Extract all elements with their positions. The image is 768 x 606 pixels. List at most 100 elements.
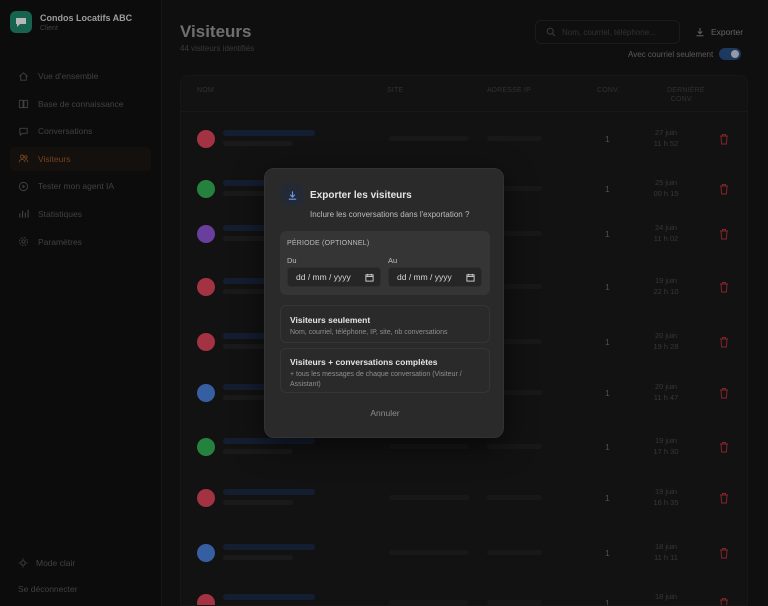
last-conversation-time: 17 h 30: [653, 447, 679, 456]
sidebar-item-settings[interactable]: Paramètres: [10, 230, 151, 254]
visitor-count: 44 visiteurs identifiés: [180, 44, 255, 53]
search-icon: [546, 27, 556, 37]
sidebar-item-label: Statistiques: [38, 208, 82, 219]
sidebar-item-label: Base de connaissance: [38, 98, 124, 109]
sidebar-item-statistics[interactable]: Statistiques: [10, 202, 151, 226]
last-conversation: 19 juin 22 h 10: [651, 275, 681, 297]
visitor-site: [389, 444, 469, 449]
export-with-conversations-option[interactable]: Visiteurs + conversations complètes + to…: [280, 348, 490, 393]
users-icon: [18, 154, 29, 163]
from-date-placeholder: dd / mm / yyyy: [296, 272, 351, 282]
visitor-name[interactable]: [223, 438, 315, 444]
sidebar-item-label: Visiteurs: [38, 153, 71, 164]
option-title: Visiteurs seulement: [290, 315, 371, 325]
trash-icon[interactable]: [719, 597, 729, 606]
to-date-placeholder: dd / mm / yyyy: [397, 272, 452, 282]
book-icon: [18, 99, 29, 109]
trash-icon[interactable]: [719, 133, 729, 145]
visitor-name[interactable]: [223, 544, 315, 550]
email-only-toggle[interactable]: [719, 48, 742, 60]
last-conversation-time: 11 h 52: [653, 139, 679, 148]
avatar: [197, 180, 215, 198]
sidebar-item-visitors[interactable]: Visiteurs: [10, 146, 151, 171]
cancel-button[interactable]: Annuler: [265, 408, 505, 418]
sun-icon: [18, 558, 28, 568]
column-last-conv[interactable]: DERNIÈRE CONV.: [667, 86, 705, 104]
conversation-count: 1: [605, 337, 610, 347]
modal-title: Exporter les visiteurs: [310, 190, 412, 201]
column-name[interactable]: NOM: [197, 86, 214, 95]
column-ip[interactable]: ADRESSE IP: [487, 86, 531, 95]
play-icon: [18, 181, 29, 191]
trash-icon[interactable]: [719, 547, 729, 559]
conversation-count: 1: [605, 388, 610, 398]
theme-toggle-button[interactable]: Mode clair: [0, 550, 161, 576]
period-label: PÉRIODE (OPTIONNEL): [287, 240, 370, 247]
column-conv[interactable]: CONV.: [597, 86, 620, 95]
table-row[interactable]: 1 18 juin 11 h 11: [181, 531, 747, 577]
export-button[interactable]: Exporter: [689, 20, 749, 44]
avatar: [197, 384, 215, 402]
logout-button[interactable]: Se déconnecter: [0, 576, 161, 602]
app-name: Condos Locatifs ABC: [40, 12, 133, 23]
period-section: PÉRIODE (OPTIONNEL) Du Au dd / mm / yyyy…: [280, 231, 490, 295]
table-header: NOM SITE ADRESSE IP CONV. DERNIÈRE CONV.: [181, 76, 747, 112]
option-description: Nom, courriel, téléphone, IP, site, nb c…: [290, 329, 448, 336]
visitor-site: [389, 136, 469, 141]
visitor-name[interactable]: [223, 594, 315, 600]
trash-icon[interactable]: [719, 336, 729, 348]
table-row[interactable]: 1 27 juin 11 h 52: [181, 117, 747, 163]
last-conversation-time: 11 h 02: [653, 234, 679, 243]
search-box: [535, 20, 680, 44]
export-modal: Exporter les visiteurs Inclure les conve…: [264, 168, 504, 438]
visitor-site: [389, 495, 469, 500]
sidebar-item-label: Vue d'ensemble: [38, 71, 99, 81]
sidebar-item-knowledge-base[interactable]: Base de connaissance: [10, 92, 151, 116]
calendar-icon[interactable]: [365, 273, 374, 282]
export-visitors-only-option[interactable]: Visiteurs seulement Nom, courriel, télép…: [280, 305, 490, 343]
sidebar-item-overview[interactable]: Vue d'ensemble: [10, 64, 151, 88]
visitor-name[interactable]: [223, 130, 315, 136]
trash-icon[interactable]: [719, 281, 729, 293]
sidebar-item-conversations[interactable]: Conversations: [10, 119, 151, 143]
to-date-input[interactable]: dd / mm / yyyy: [388, 267, 482, 287]
sidebar-item-label: Conversations: [38, 126, 93, 137]
trash-icon[interactable]: [719, 228, 729, 240]
option-description: + tous les messages de chaque conversati…: [290, 371, 462, 388]
last-conversation-time: 00 h 15: [653, 189, 679, 198]
app-subtitle: Client: [40, 24, 58, 32]
toggle-label: Avec courriel seulement: [628, 49, 714, 59]
from-date-input[interactable]: dd / mm / yyyy: [287, 267, 381, 287]
trash-icon[interactable]: [719, 492, 729, 504]
page-title: Visiteurs: [180, 22, 252, 41]
last-conversation-time: 19 h 28: [653, 342, 679, 351]
table-row[interactable]: 1 18 juin: [181, 581, 747, 606]
trash-icon[interactable]: [719, 441, 729, 453]
sidebar-footer: Mode clair Se déconnecter: [0, 550, 161, 606]
column-site[interactable]: SITE: [387, 86, 403, 95]
conversation-count: 1: [605, 442, 610, 452]
sidebar-item-label: Paramètres: [38, 236, 82, 247]
sidebar-item-test-agent[interactable]: Tester mon agent IA: [10, 174, 151, 198]
avatar: [197, 278, 215, 296]
table-row[interactable]: 1 19 juin 16 h 35: [181, 476, 747, 522]
last-conversation: 18 juin: [651, 591, 681, 602]
home-icon: [19, 71, 28, 81]
nav: Vue d'ensemble Base de connaissance Conv…: [0, 64, 161, 254]
visitor-ip: [487, 495, 542, 500]
visitor-name[interactable]: [223, 489, 315, 495]
theme-toggle-label: Mode clair: [36, 558, 76, 568]
trash-icon[interactable]: [719, 387, 729, 399]
visitor-ip: [487, 444, 542, 449]
visitor-site: [389, 600, 469, 605]
trash-icon[interactable]: [719, 183, 729, 195]
conversation-count: 1: [605, 598, 610, 606]
search-input[interactable]: [562, 27, 672, 37]
brand: Condos Locatifs ABC Client: [0, 0, 161, 44]
calendar-icon[interactable]: [466, 273, 475, 282]
option-title: Visiteurs + conversations complètes: [290, 357, 438, 367]
last-conversation-date: 19 juin: [654, 276, 678, 285]
avatar: [197, 544, 215, 562]
conversation-count: 1: [605, 282, 610, 292]
avatar: [197, 438, 215, 456]
